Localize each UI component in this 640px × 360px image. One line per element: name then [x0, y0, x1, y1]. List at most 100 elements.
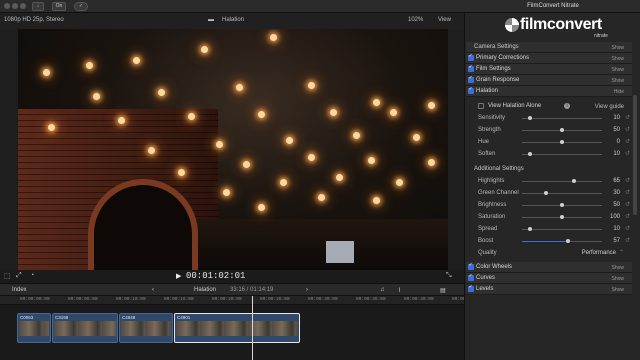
speed-icon[interactable]: ◔ — [30, 272, 34, 279]
param-highlights[interactable]: Highlights 65 ↺ — [466, 176, 632, 187]
param-value[interactable]: 100 — [610, 214, 620, 220]
crop-icon[interactable]: ⬚ — [4, 272, 11, 280]
reset-icon[interactable]: ↺ — [625, 225, 630, 232]
background-tasks-button[interactable]: ✓ — [74, 2, 88, 11]
keyword-button[interactable]: On — [52, 2, 66, 11]
section-checkbox[interactable] — [468, 64, 474, 72]
zoom-window-button[interactable] — [20, 3, 26, 9]
param-value[interactable]: 10 — [613, 226, 620, 232]
reset-icon[interactable]: ↺ — [625, 150, 630, 157]
reset-icon[interactable]: ↺ — [625, 213, 630, 220]
section-color-wheels[interactable]: Color Wheels Show — [466, 262, 632, 273]
param-sensitivity[interactable]: Sensitivity 10 ↺ — [466, 113, 632, 124]
section-checkbox[interactable] — [468, 86, 474, 94]
view-options-dropdown[interactable]: View — [438, 17, 451, 23]
inspector-scrollbar[interactable] — [633, 95, 637, 215]
section-toggle[interactable]: Show — [611, 276, 624, 282]
section-toggle[interactable]: Show — [611, 67, 624, 73]
play-icon[interactable]: ▶ — [176, 272, 181, 280]
section-levels[interactable]: Levels Show — [466, 284, 632, 295]
timeline-settings-icon[interactable]: ▤ — [440, 287, 446, 294]
param-value[interactable]: 65 — [613, 178, 620, 184]
transform-icon[interactable]: ⤢ — [16, 272, 22, 280]
reset-icon[interactable]: ↺ — [625, 177, 630, 184]
slider-knob[interactable] — [565, 239, 570, 243]
param-hue[interactable]: Hue 0 ↺ — [466, 137, 632, 148]
audio-meter-icon[interactable]: ♫ — [380, 287, 385, 293]
section-grain-response[interactable]: Grain Response Show — [466, 75, 632, 86]
timeline-ruler[interactable]: 00:00:00:00 00:00:05:00 00:00:10:00 00:00:1… — [0, 296, 482, 305]
zoom-level-dropdown[interactable]: 102% — [408, 17, 423, 23]
minimize-window-button[interactable] — [12, 3, 18, 9]
section-primary-corrections[interactable]: Primary Corrections Show — [466, 53, 632, 64]
slider-knob[interactable] — [560, 215, 564, 219]
reset-icon[interactable]: ↺ — [625, 237, 630, 244]
param-slider[interactable] — [522, 152, 602, 156]
param-value[interactable]: 0 — [617, 139, 620, 145]
section-checkbox[interactable] — [468, 75, 474, 83]
reset-icon[interactable]: ↺ — [625, 189, 630, 196]
param-green-channel[interactable]: Green Channel 30 ↺ — [466, 188, 632, 199]
param-boost[interactable]: Boost 57 ↺ — [466, 236, 632, 247]
slider-knob[interactable] — [560, 140, 564, 144]
view-guide-link[interactable]: View guide — [595, 104, 624, 110]
param-saturation[interactable]: Saturation 100 ↺ — [466, 212, 632, 223]
param-value[interactable]: 10 — [613, 115, 620, 121]
param-slider[interactable] — [522, 179, 602, 183]
section-checkbox[interactable] — [468, 262, 474, 270]
slider-knob[interactable] — [528, 116, 532, 120]
dropdown-chevron-icon[interactable]: ⌃ — [619, 249, 624, 256]
section-checkbox[interactable] — [468, 53, 474, 61]
param-slider[interactable] — [522, 191, 602, 195]
reset-icon[interactable]: ↺ — [625, 201, 630, 208]
param-slider[interactable] — [522, 116, 602, 120]
param-value[interactable]: 57 — [613, 238, 620, 244]
section-toggle[interactable]: Show — [611, 78, 624, 84]
param-value[interactable]: 10 — [613, 151, 620, 157]
param-slider[interactable] — [522, 128, 602, 132]
param-slider[interactable] — [522, 239, 602, 243]
reset-icon[interactable]: ↺ — [625, 114, 630, 121]
param-strength[interactable]: Strength 50 ↺ — [466, 125, 632, 136]
forward-arrow-icon[interactable]: › — [306, 287, 308, 293]
section-checkbox[interactable] — [468, 284, 474, 292]
param-quality[interactable]: Quality Performance ⌃ — [466, 248, 632, 259]
quality-dropdown[interactable]: Performance — [582, 250, 616, 256]
param-value[interactable]: 50 — [613, 127, 620, 133]
view-alone-checkbox[interactable] — [478, 103, 484, 109]
import-button[interactable]: ↓ — [32, 2, 44, 11]
close-window-button[interactable] — [4, 3, 10, 9]
param-slider[interactable] — [522, 203, 602, 207]
section-camera-settings[interactable]: Camera Settings Show — [466, 42, 632, 53]
slider-knob[interactable] — [572, 179, 576, 183]
fullscreen-icon[interactable]: ⤡ — [446, 272, 452, 280]
param-value[interactable]: 30 — [613, 190, 620, 196]
param-slider[interactable] — [522, 227, 602, 231]
slider-knob[interactable] — [528, 152, 532, 156]
slider-knob[interactable] — [528, 227, 532, 231]
index-button[interactable]: Index — [12, 287, 27, 293]
param-slider[interactable] — [522, 140, 602, 144]
section-curves[interactable]: Curves Show — [466, 273, 632, 284]
view-alone-row[interactable]: View Halation Alone i View guide — [466, 101, 632, 112]
timeline-clip-selected[interactable]: C4901 — [174, 313, 300, 343]
param-soften[interactable]: Soften 10 ↺ — [466, 149, 632, 160]
param-value[interactable]: 50 — [613, 202, 620, 208]
param-slider[interactable] — [522, 215, 602, 219]
timeline-clip[interactable]: C4948 — [119, 313, 173, 343]
slider-knob[interactable] — [544, 191, 548, 195]
reset-icon[interactable]: ↺ — [625, 138, 630, 145]
section-toggle[interactable]: Hide — [614, 89, 624, 95]
timeline-clip[interactable]: C3198 — [52, 313, 118, 343]
section-halation[interactable]: Halation Hide — [466, 86, 632, 97]
section-toggle[interactable]: Show — [611, 45, 624, 51]
reset-icon[interactable]: ↺ — [625, 126, 630, 133]
timeline-clip[interactable]: C0063 — [17, 313, 51, 343]
skimming-icon[interactable]: ⌇ — [398, 287, 401, 294]
section-toggle[interactable]: Show — [611, 287, 624, 293]
param-spread[interactable]: Spread 10 ↺ — [466, 224, 632, 235]
back-arrow-icon[interactable]: ‹ — [152, 287, 154, 293]
slider-knob[interactable] — [560, 203, 564, 207]
section-film-settings[interactable]: Film Settings Show — [466, 64, 632, 75]
section-toggle[interactable]: Show — [611, 56, 624, 62]
